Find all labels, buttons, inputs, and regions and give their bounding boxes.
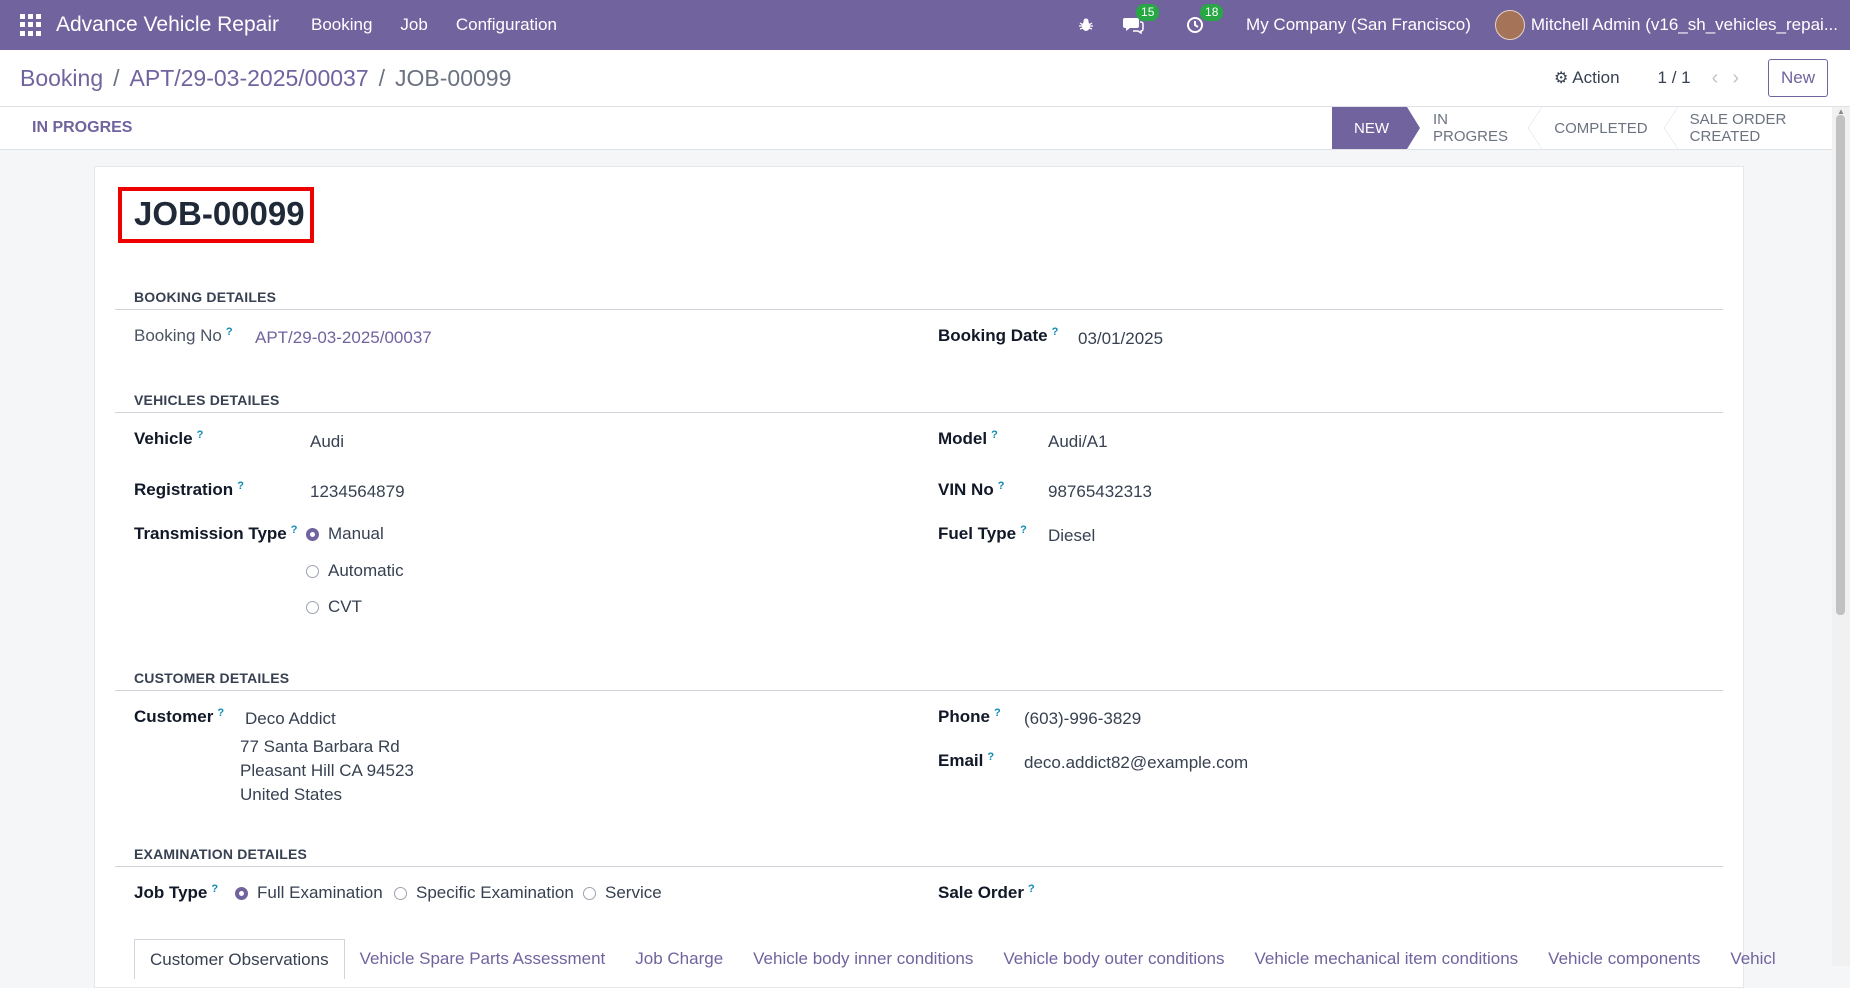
phone-label: Phone? [938, 707, 1001, 726]
sale-order-label: Sale Order? [938, 883, 1035, 902]
menu-configuration[interactable]: Configuration [442, 15, 571, 35]
section-vehicle-details: VEHICLES DETAILES [134, 392, 280, 408]
transmission-radio-automatic[interactable]: Automatic [306, 561, 404, 581]
tab-mechanical-item-conditions[interactable]: Vehicle mechanical item conditions [1240, 939, 1534, 979]
company-switcher[interactable]: My Company (San Francisco) [1246, 15, 1471, 35]
tab-spare-parts-assessment[interactable]: Vehicle Spare Parts Assessment [345, 939, 621, 979]
app-name[interactable]: Advance Vehicle Repair [56, 13, 279, 37]
transmission-radio-manual[interactable]: Manual [306, 524, 384, 544]
vehicle-field[interactable]: Audi [310, 432, 344, 452]
action-label: Action [1572, 68, 1620, 87]
divider [115, 412, 1723, 413]
model-field[interactable]: Audi/A1 [1048, 432, 1108, 452]
stage-sale-order-created[interactable]: SALE ORDER CREATED [1663, 107, 1850, 149]
control-panel: Booking / APT/29-03-2025/00037/JOB-00099 ⚙… [0, 50, 1850, 107]
stage-pipeline: NEW IN PROGRES COMPLETED SALE ORDER CREA… [1332, 107, 1850, 149]
customer-field[interactable]: Deco Addict [245, 709, 336, 729]
section-examination-details: EXAMINATION DETAILES [134, 846, 308, 862]
stage-in-progress[interactable]: IN PROGRES [1407, 107, 1528, 149]
breadcrumb-appointment[interactable]: APT/29-03-2025/00037 [130, 65, 369, 91]
messages-badge: 15 [1136, 4, 1160, 21]
tab-customer-observations[interactable]: Customer Observations [134, 939, 345, 979]
transmission-radio-cvt[interactable]: CVT [306, 597, 362, 617]
booking-date-field[interactable]: 03/01/2025 [1078, 329, 1163, 349]
radio-selected-icon [306, 527, 319, 541]
form-sheet: JOB-00099 BOOKING DETAILES Booking No? A… [94, 166, 1776, 988]
breadcrumb: Booking / APT/29-03-2025/00037/JOB-00099 [20, 64, 512, 91]
messages-icon[interactable]: 15 [1122, 4, 1160, 34]
stage-new[interactable]: NEW [1332, 107, 1420, 149]
activities-clock-icon[interactable]: 18 [1186, 4, 1224, 34]
top-navbar: Advance Vehicle Repair Booking Job Confi… [0, 0, 1850, 50]
job-type-label: Job Type? [134, 883, 219, 902]
tab-vehicle-components[interactable]: Vehicle components [1533, 939, 1715, 979]
booking-no-label: Booking No? [134, 326, 233, 345]
fuel-type-label: Fuel Type? [938, 524, 1027, 543]
job-type-radio-specific[interactable]: Specific Examination [394, 883, 574, 903]
email-label: Email? [938, 751, 995, 770]
booking-no-link[interactable]: APT/29-03-2025/00037 [255, 328, 432, 348]
pager-previous-icon[interactable]: ‹ [1712, 67, 1719, 90]
job-title: JOB-00099 [134, 195, 305, 232]
radio-empty-icon [394, 886, 407, 900]
menu-job[interactable]: Job [386, 15, 441, 35]
section-customer-details: CUSTOMER DETAILES [134, 670, 290, 686]
tab-body-outer-conditions[interactable]: Vehicle body outer conditions [988, 939, 1239, 979]
activities-badge: 18 [1200, 4, 1224, 21]
customer-address-line2: Pleasant Hill CA 94523 [240, 761, 414, 780]
gear-icon: ⚙ [1553, 70, 1569, 87]
user-avatar[interactable] [1494, 10, 1525, 40]
model-label: Model? [938, 429, 998, 448]
phone-field[interactable]: (603)-996-3829 [1024, 709, 1141, 729]
radio-empty-icon [583, 886, 596, 900]
vin-field[interactable]: 98765432313 [1048, 482, 1152, 502]
email-field[interactable]: deco.addict82@example.com [1024, 753, 1248, 773]
pager-next-icon[interactable]: › [1732, 67, 1739, 90]
action-menu-button[interactable]: ⚙ Action [1554, 68, 1620, 88]
notebook-tabs: Customer Observations Vehicle Spare Part… [134, 939, 1791, 979]
pager-value[interactable]: 1 / 1 [1658, 68, 1691, 88]
in-progress-button[interactable]: IN PROGRES [32, 119, 132, 137]
customer-address-line3: United States [240, 785, 343, 804]
status-bar: IN PROGRES NEW IN PROGRES COMPLETED SALE… [0, 107, 1850, 150]
tab-truncated[interactable]: Vehicl [1715, 939, 1790, 979]
tab-body-inner-conditions[interactable]: Vehicle body inner conditions [738, 939, 988, 979]
divider [115, 866, 1723, 867]
section-booking-details: BOOKING DETAILES [134, 289, 277, 305]
tab-job-charge[interactable]: Job Charge [620, 939, 738, 979]
breadcrumb-current: JOB-00099 [395, 64, 512, 91]
customer-label: Customer? [134, 707, 225, 726]
vin-label: VIN No? [938, 480, 1005, 499]
page-scrollbar[interactable]: ▲ [1832, 107, 1850, 966]
radio-selected-icon [235, 886, 248, 900]
debug-bug-icon[interactable] [1078, 17, 1094, 33]
transmission-type-label: Transmission Type? [134, 524, 298, 543]
scrollbar-thumb[interactable] [1836, 115, 1845, 615]
user-menu[interactable]: Mitchell Admin (v16_sh_vehicles_repai... [1531, 15, 1838, 35]
customer-address-line1: 77 Santa Barbara Rd [240, 737, 400, 756]
registration-label: Registration? [134, 480, 244, 499]
breadcrumb-booking[interactable]: Booking [20, 65, 103, 91]
apps-menu-icon[interactable] [20, 14, 42, 36]
stage-completed[interactable]: COMPLETED [1528, 107, 1663, 149]
fuel-type-field[interactable]: Diesel [1048, 526, 1095, 546]
radio-empty-icon [306, 564, 319, 578]
job-type-radio-service[interactable]: Service [583, 883, 662, 903]
job-type-radio-full[interactable]: Full Examination [235, 883, 383, 903]
vehicle-label: Vehicle? [134, 429, 204, 448]
divider [115, 690, 1723, 691]
booking-date-label: Booking Date? [938, 326, 1059, 345]
menu-booking[interactable]: Booking [297, 15, 386, 35]
radio-empty-icon [306, 600, 319, 614]
divider [115, 309, 1723, 310]
registration-field[interactable]: 1234564879 [310, 482, 405, 502]
new-button[interactable]: New [1767, 59, 1828, 97]
